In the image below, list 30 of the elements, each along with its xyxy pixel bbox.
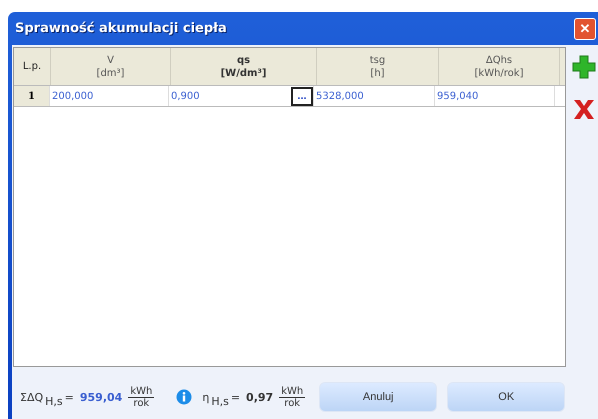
- column-header: qs [W/dm³]: [171, 48, 317, 85]
- info-icon[interactable]: [176, 389, 192, 405]
- column-header: ΔQhs [kWh/rok]: [439, 48, 560, 85]
- formula-value: 959,04: [80, 390, 122, 404]
- column-header: tsg [h]: [317, 48, 439, 85]
- formula-subscript: H,s: [211, 394, 229, 408]
- formula-subscript: H,s: [45, 394, 63, 408]
- row-number: 1: [14, 86, 50, 106]
- table-cell: 5328,000: [316, 90, 364, 102]
- table-cell: 200,000: [52, 90, 94, 102]
- delete-icon[interactable]: [572, 97, 596, 121]
- column-header: V [dm³]: [51, 48, 171, 85]
- unit-numerator: kWh: [279, 386, 306, 398]
- unit-denominator: rok: [284, 398, 300, 408]
- cancel-button[interactable]: Anuluj: [319, 382, 438, 412]
- table-cell: 0,900: [171, 90, 200, 102]
- ok-button[interactable]: OK: [447, 382, 566, 412]
- close-button[interactable]: ✕: [574, 18, 596, 40]
- window-title: Sprawność akumulacji ciepła: [15, 21, 227, 36]
- add-icon[interactable]: [572, 55, 596, 79]
- formula-value: 0,97: [246, 390, 274, 404]
- equals-sign: =: [64, 390, 74, 404]
- unit-denominator: rok: [133, 398, 150, 408]
- ellipsis-button[interactable]: ...: [291, 86, 313, 106]
- unit-numerator: kWh: [128, 386, 154, 398]
- equals-sign: =: [230, 390, 240, 404]
- formula-symbol: ΣΔQ: [20, 390, 44, 404]
- column-header: L.p.: [14, 48, 51, 85]
- formula-symbol: η: [202, 390, 210, 404]
- table-cell: 959,040: [437, 90, 478, 102]
